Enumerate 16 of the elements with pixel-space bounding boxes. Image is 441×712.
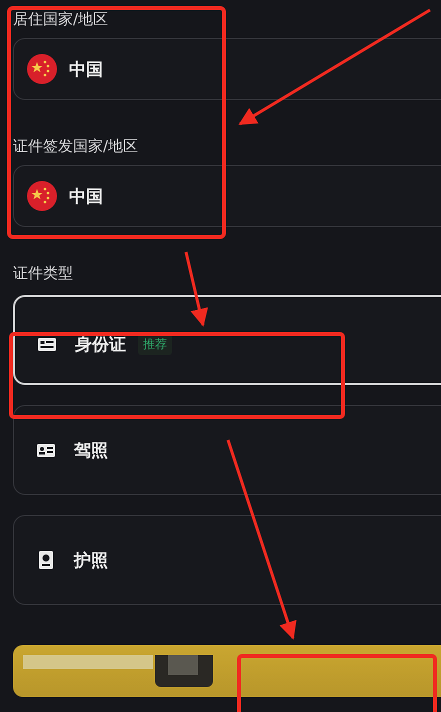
flag-icon	[27, 54, 57, 84]
field-label: 证件签发国家/地区	[13, 137, 140, 155]
country-select[interactable]: 中国	[13, 165, 441, 227]
document-option[interactable]: 身份证 推荐	[13, 295, 441, 385]
submit-button[interactable]	[13, 645, 441, 697]
field-label: 居住国家/地区	[13, 10, 110, 28]
blurred-text-icon	[23, 655, 213, 687]
document-option[interactable]: 驾照	[13, 405, 441, 495]
recommended-badge: 推荐	[138, 334, 172, 355]
id-card-icon	[38, 338, 56, 351]
passport-icon	[39, 551, 53, 569]
flag-icon	[27, 181, 57, 211]
license-card-icon	[37, 444, 55, 456]
document-option[interactable]: 护照	[13, 515, 441, 605]
country-select[interactable]: 中国	[13, 38, 441, 100]
field-label: 证件类型	[13, 264, 74, 282]
